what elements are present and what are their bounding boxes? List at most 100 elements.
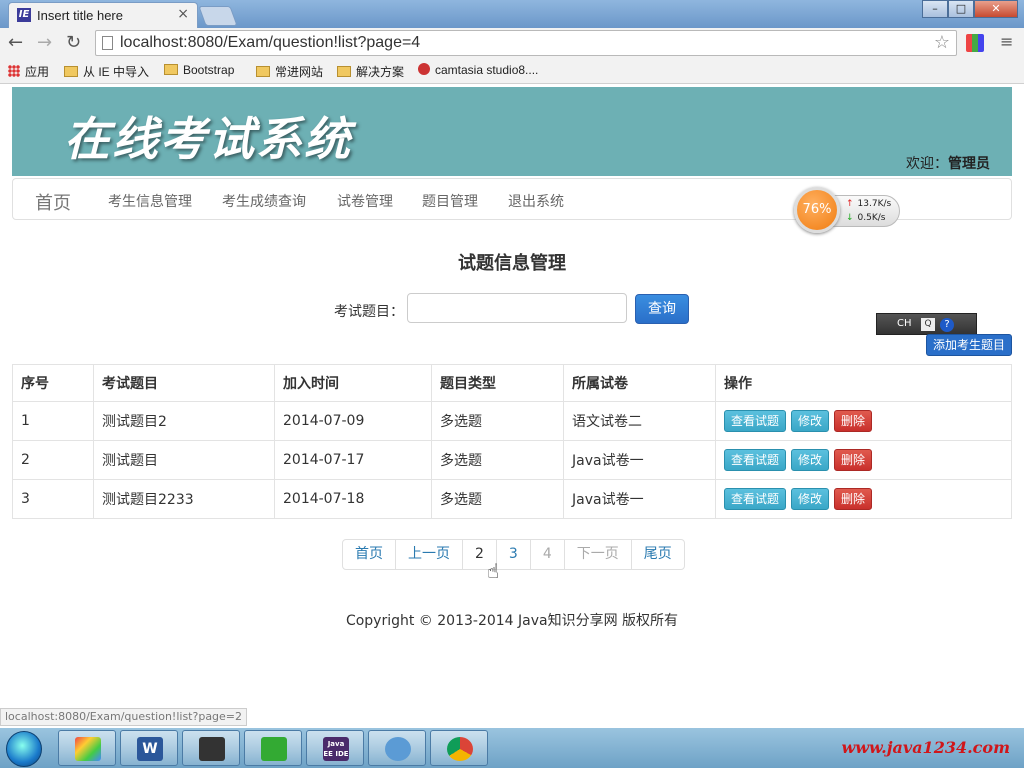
col-header-title: 考试题目 (93, 364, 275, 402)
bookmark-solutions[interactable]: 解决方案 (337, 63, 404, 80)
minimize-button[interactable]: – (922, 0, 948, 18)
taskbar-app-photos[interactable] (58, 730, 116, 766)
nav-item-logout[interactable]: 退出系统 (508, 191, 564, 211)
welcome-label: 欢迎： (906, 156, 948, 172)
back-arrow-icon[interactable]: ← (8, 32, 23, 53)
chrome-menu-icon[interactable]: ≡ (1000, 32, 1013, 51)
cell-date: 2014-07-18 (274, 479, 432, 519)
page-last[interactable]: 尾页 (632, 540, 684, 569)
taskbar-app-cmd[interactable] (182, 730, 240, 766)
page-next: 下一页 (565, 540, 632, 569)
taskbar-app-mysql[interactable] (368, 730, 426, 766)
browser-titlebar: IE Insert title here × – □ ✕ (0, 0, 1024, 28)
nav-item-students[interactable]: 考生信息管理 (108, 191, 192, 211)
ime-help-icon[interactable]: ? (940, 318, 954, 332)
start-button[interactable] (6, 731, 42, 767)
window-controls: – □ ✕ (922, 0, 1018, 18)
address-bar[interactable]: localhost:8080/Exam/question!list?page=4… (95, 30, 957, 56)
nav-item-papers[interactable]: 试卷管理 (337, 191, 393, 211)
col-header-date: 加入时间 (274, 364, 432, 402)
forward-arrow-icon[interactable]: → (37, 32, 52, 53)
recorder-icon (261, 737, 287, 761)
ime-mode-icon[interactable]: Q (921, 318, 935, 331)
tab-close-icon[interactable]: × (177, 6, 189, 22)
browser-toolbar: ← → ↻ localhost:8080/Exam/question!list?… (0, 28, 1024, 58)
apps-grid-icon (8, 65, 20, 77)
delete-button[interactable]: 删除 (834, 410, 873, 432)
page-3[interactable]: 3 (497, 540, 531, 569)
cell-actions: 查看试题 修改 删除 (715, 479, 1012, 519)
table-row: 1 测试题目2 2014-07-09 多选题 语文试卷二 查看试题 修改 删除 (12, 401, 1012, 441)
close-window-button[interactable]: ✕ (974, 0, 1018, 18)
taskbar-app-word[interactable]: W (120, 730, 178, 766)
ie-favicon-icon: IE (17, 8, 31, 22)
nav-home[interactable]: 首页 (35, 189, 71, 215)
welcome-text: 欢迎：管理员 (906, 153, 990, 173)
ime-toolbar[interactable]: CH Q ? (876, 313, 977, 335)
edit-button[interactable]: 修改 (791, 449, 830, 471)
word-icon: W (137, 737, 163, 761)
questions-table: 序号 考试题目 加入时间 题目类型 所属试卷 操作 1 测试题目2 2014-0… (12, 364, 1012, 519)
view-question-button[interactable]: 查看试题 (724, 449, 787, 471)
delete-button[interactable]: 删除 (834, 449, 873, 471)
cell-actions: 查看试题 修改 删除 (715, 401, 1012, 441)
browser-tab[interactable]: IE Insert title here × (8, 2, 198, 28)
reload-icon[interactable]: ↻ (66, 32, 81, 53)
download-speed: 0.5K/s (846, 213, 886, 223)
col-header-type: 题目类型 (431, 364, 564, 402)
java-ee-ide-icon: Java EE IDE (323, 737, 349, 761)
maximize-button[interactable]: □ (948, 0, 974, 18)
col-header-no: 序号 (12, 364, 94, 402)
bookmark-bootstrap[interactable]: Bootstrap (164, 63, 234, 77)
taskbar-app-recorder[interactable] (244, 730, 302, 766)
bookmark-camtasia[interactable]: camtasia studio8.... (418, 63, 538, 77)
bookmark-apps[interactable]: 应用 (8, 63, 49, 80)
header-banner: 在线考试系统 欢迎：管理员 (12, 87, 1012, 176)
edit-button[interactable]: 修改 (791, 410, 830, 432)
url-text[interactable]: localhost:8080/Exam/question!list?page=4 (120, 34, 420, 52)
add-question-button[interactable]: 添加考生题目 (926, 334, 1012, 356)
edit-button[interactable]: 修改 (791, 488, 830, 510)
cell-type: 多选题 (431, 479, 564, 519)
taskbar-app-chrome[interactable] (430, 730, 488, 766)
view-question-button[interactable]: 查看试题 (724, 410, 787, 432)
extension-icon[interactable] (966, 34, 984, 52)
taskbar-app-javaee[interactable]: Java EE IDE (306, 730, 364, 766)
tab-title: Insert title here (37, 8, 123, 23)
folder-icon (164, 64, 178, 75)
cell-no: 2 (12, 440, 94, 480)
view-question-button[interactable]: 查看试题 (724, 488, 787, 510)
bookmarks-bar: 应用 从 IE 中导入 Bootstrap 常进网站 解决方案 camtasia… (0, 58, 1024, 84)
cell-paper: Java试卷一 (563, 479, 716, 519)
cell-no: 1 (12, 401, 94, 441)
pagination: 首页 上一页 2 3 4 下一页 尾页 (342, 539, 685, 570)
page-prev[interactable]: 上一页 (396, 540, 463, 569)
cell-title: 测试题目2233 (93, 479, 275, 519)
site-title: 在线考试系统 (64, 112, 352, 166)
table-header-row: 序号 考试题目 加入时间 题目类型 所属试卷 操作 (12, 364, 1012, 402)
network-speed-widget[interactable]: 76% 13.7K/s 0.5K/s (794, 187, 902, 233)
cell-paper: Java试卷一 (563, 440, 716, 480)
folder-icon (337, 66, 351, 77)
welcome-user: 管理员 (948, 156, 990, 172)
new-tab-button[interactable] (198, 6, 238, 26)
copyright: Copyright © 2013-2014 Java知识分享网 版权所有 (345, 613, 679, 629)
nav-item-scores[interactable]: 考生成绩查询 (222, 191, 306, 211)
windows-taskbar: W Java EE IDE www.java1234.com (0, 728, 1024, 768)
bookmark-ie-import[interactable]: 从 IE 中导入 (64, 63, 149, 80)
bookmark-sites[interactable]: 常进网站 (256, 63, 323, 80)
search-input[interactable] (407, 293, 627, 323)
cell-actions: 查看试题 修改 删除 (715, 440, 1012, 480)
delete-button[interactable]: 删除 (834, 488, 873, 510)
cell-date: 2014-07-17 (274, 440, 432, 480)
page-content: 在线考试系统 欢迎：管理员 首页 考生信息管理 考生成绩查询 试卷管理 题目管理… (0, 85, 1024, 707)
ime-language: CH (897, 318, 912, 329)
cell-paper: 语文试卷二 (563, 401, 716, 441)
search-button[interactable]: 查询 (635, 294, 689, 324)
page-first[interactable]: 首页 (343, 540, 396, 569)
terminal-icon (199, 737, 225, 761)
bookmark-star-icon[interactable]: ☆ (934, 32, 950, 53)
page-4-current: 4 (531, 540, 565, 569)
nav-item-questions[interactable]: 题目管理 (422, 191, 478, 211)
folder-icon (64, 66, 78, 77)
